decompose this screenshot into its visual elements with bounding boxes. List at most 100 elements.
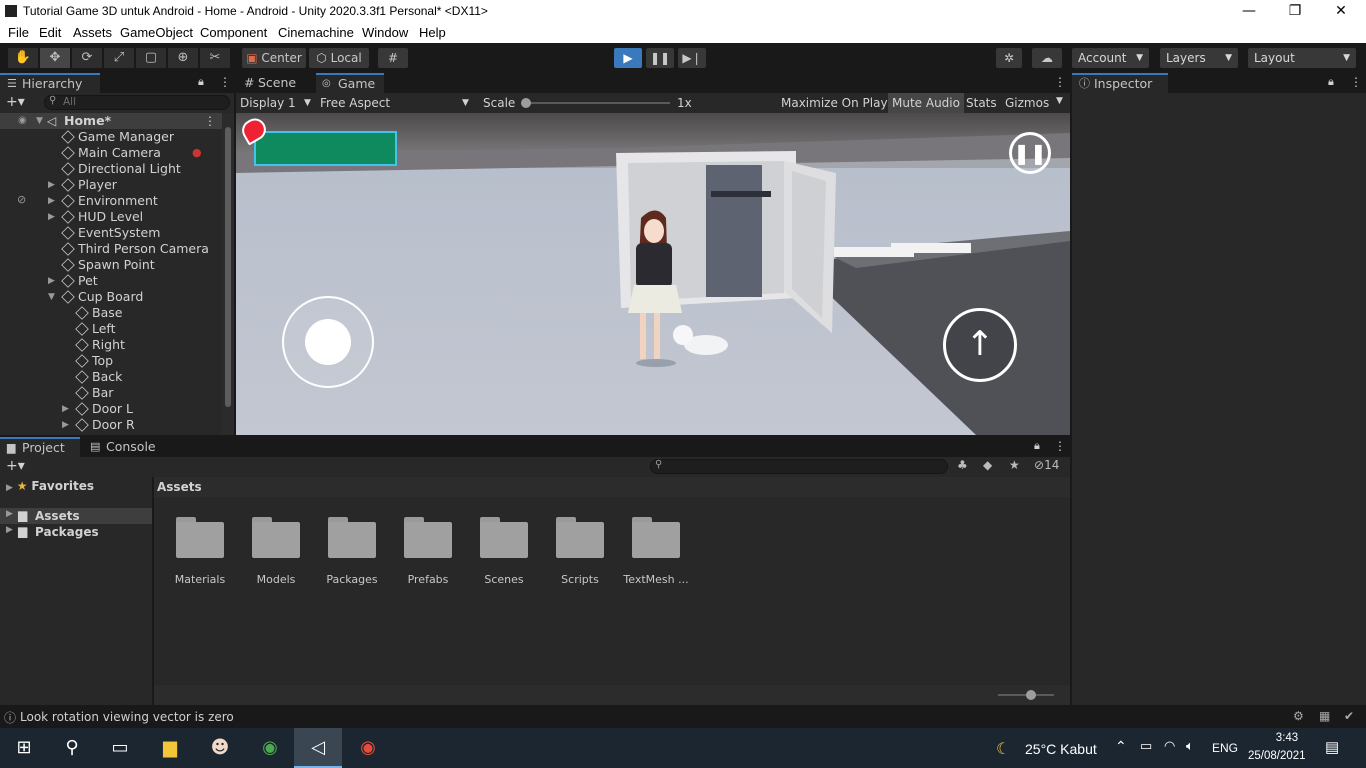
folder-label[interactable]: Scripts [542,573,618,586]
breadcrumb-assets[interactable]: Assets [157,480,202,494]
tab-project[interactable]: ▆ Project [0,437,80,457]
visibility-icon[interactable]: ◉ [18,113,27,129]
hierarchy-item[interactable]: Right [0,337,222,353]
play-button[interactable]: ▶ [614,48,642,68]
menu-file[interactable]: File [8,25,29,40]
folder-label[interactable]: Models [238,573,314,586]
menu-help[interactable]: Help [419,25,446,40]
folder-label[interactable]: Packages [314,573,390,586]
scale-slider-thumb[interactable] [521,98,531,108]
folder-icon[interactable] [632,517,680,559]
folder-icon[interactable] [176,517,224,559]
favorites-row[interactable]: ▶ ★ Favorites [6,479,94,493]
display-dropdown[interactable]: Display 1 ▼ [240,95,314,111]
menu-edit[interactable]: Edit [39,25,61,40]
hierarchy-item[interactable]: Directional Light [0,161,222,177]
show-hidden-icons-icon[interactable]: ⌃ [1115,738,1127,755]
project-lock-icon[interactable]: 🔒︎ [1034,439,1040,453]
wifi-icon[interactable]: ◠ [1164,738,1175,754]
fold-closed-icon[interactable]: ▶ [48,209,59,225]
virtual-joystick[interactable] [282,296,374,388]
project-search-input[interactable]: ⚲ [650,459,948,474]
favorite-star-icon[interactable]: ★ [1009,458,1020,472]
tab-game[interactable]: ◎ Game [316,73,384,93]
scene-row[interactable]: ◉ ▼ ◁ Home* ⋮ [0,113,222,129]
inspector-menu-icon[interactable]: ⋮ [1350,75,1362,89]
joystick-knob[interactable] [305,319,351,365]
folder-icon[interactable] [404,517,452,559]
hierarchy-item[interactable]: ▶ Environment [0,193,222,209]
folder-icon[interactable] [480,517,528,559]
step-button[interactable]: ▶❘ [678,48,706,68]
chrome-profile-icon[interactable]: ◉ [246,728,294,768]
fold-closed-icon[interactable]: ▶ [48,273,59,289]
folder-icon[interactable] [252,517,300,559]
move-tool-icon[interactable]: ✥ [40,48,70,68]
debug-icon[interactable]: ⚙ [1293,709,1304,723]
folder-icon[interactable] [556,517,604,559]
hierarchy-item[interactable]: ▶ Door L [0,401,222,417]
hidden-toggle-icon[interactable]: ⊘ [17,193,26,206]
scale-slider[interactable] [521,98,670,108]
windows-start-icon[interactable]: ⊞ [0,728,48,768]
transform-tool-icon[interactable]: ⊕ [168,48,198,68]
menu-gameobject[interactable]: GameObject [120,25,193,40]
account-dropdown[interactable]: Account ▼ [1072,48,1149,68]
hierarchy-item[interactable]: ▶ Door R [0,417,222,433]
game-panel-menu-icon[interactable]: ⋮ [1054,75,1066,89]
hierarchy-item[interactable]: Bar [0,385,222,401]
restore-button[interactable]: ❐ [1272,0,1318,23]
search-taskbar-icon[interactable]: ⚲ [48,728,96,768]
fold-closed-icon[interactable]: ▶ [48,193,59,209]
clock-time[interactable]: 3:43 [1265,732,1309,744]
icon-size-slider[interactable] [998,690,1054,700]
filter-label-icon[interactable]: ◆ [983,458,992,472]
fold-open-icon[interactable]: ▼ [36,113,43,129]
hierarchy-item[interactable]: Top [0,353,222,369]
tab-inspector[interactable]: ⓘ Inspector [1072,73,1168,93]
battery-icon[interactable]: ▭ [1140,738,1152,754]
language-indicator[interactable]: ENG [1212,741,1238,755]
hierarchy-item[interactable]: Back [0,369,222,385]
hierarchy-item[interactable]: Game Manager [0,129,222,145]
fold-open-icon[interactable]: ▼ [48,289,59,305]
hierarchy-item[interactable]: ▶ Pet [0,273,222,289]
cache-server-icon[interactable]: ▦ [1319,709,1330,723]
file-explorer-icon[interactable]: ▆ [146,728,194,768]
tab-hierarchy[interactable]: ☰ Hierarchy [0,73,100,93]
hidden-packages-icon[interactable]: ⊘14 [1034,458,1059,472]
panel-divider[interactable] [1070,73,1072,705]
chrome-icon[interactable]: ◉ [344,728,392,768]
tab-scene[interactable]: # Scene [236,73,314,93]
gizmos-dropdown-arrow[interactable]: ▼ [1056,96,1063,106]
rotate-tool-icon[interactable]: ⟳ [72,48,102,68]
cloud-icon[interactable]: ☁ [1032,48,1062,68]
hierarchy-item[interactable]: EventSystem [0,225,222,241]
pivot-center-button[interactable]: ▣ Center [242,48,306,68]
hierarchy-item[interactable]: Spawn Point [0,257,222,273]
pivot-local-button[interactable]: ⬡ Local [309,48,369,68]
pause-button[interactable]: ❚❚ [646,48,674,68]
packages-row[interactable]: ▶ ▆ Packages [0,524,152,540]
clock-date[interactable]: 25/08/2021 [1248,750,1306,762]
aspect-dropdown[interactable]: Free Aspect ▼ [316,95,474,111]
progress-check-icon[interactable]: ✔ [1344,709,1354,723]
folder-label[interactable]: Prefabs [390,573,466,586]
menu-window[interactable]: Window [362,25,408,40]
unity-taskbar-icon[interactable]: ◁ [294,728,342,768]
task-view-icon[interactable]: ▭ [96,728,144,768]
scale-tool-icon[interactable]: ⤢ [104,48,134,68]
grid-snap-icon[interactable]: # [378,48,408,68]
weather-text[interactable]: 25°C Kabut [1025,741,1097,757]
jump-run-button[interactable]: ↑ [943,308,1017,382]
folder-label[interactable]: Materials [162,573,238,586]
fold-closed-icon[interactable]: ▶ [48,177,59,193]
rect-tool-icon[interactable]: ▢ [136,48,166,68]
hierarchy-item[interactable]: Main Camera [0,145,222,161]
folder-icon[interactable] [328,517,376,559]
menu-assets[interactable]: Assets [73,25,112,40]
folder-label[interactable]: Scenes [466,573,542,586]
folder-label[interactable]: TextMesh ... [618,573,694,586]
services-icon[interactable]: ✲ [996,48,1022,68]
hierarchy-scrollbar[interactable] [222,113,234,435]
